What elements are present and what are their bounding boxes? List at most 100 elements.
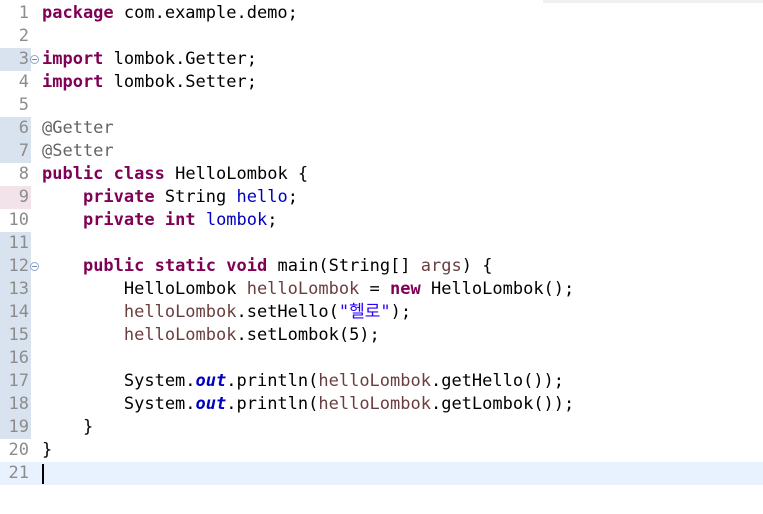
line-number: 11 (8, 233, 29, 253)
code-token: private (82, 210, 155, 230)
line-number: 1 (18, 3, 29, 23)
line-number: 3 (18, 49, 29, 69)
code-text[interactable]: } (42, 439, 52, 462)
code-line[interactable]: 6 @Getter (0, 117, 763, 140)
code-line[interactable]: 9 private String hello; (0, 186, 763, 209)
code-token: new (390, 279, 421, 299)
code-text[interactable]: import lombok.Setter; (42, 71, 257, 94)
code-line[interactable]: 8 public class HelloLombok { (0, 163, 763, 186)
code-token: helloLombok (123, 325, 237, 345)
code-line[interactable]: 11 (0, 232, 763, 255)
line-number: 9 (18, 187, 29, 207)
code-token: ) { (461, 256, 493, 276)
code-text[interactable]: helloLombok.setHello("헬로"); (42, 301, 411, 324)
code-text[interactable]: System.out.println(helloLombok.getHello(… (42, 370, 564, 393)
line-number: 4 (18, 72, 29, 92)
code-token: System. (42, 394, 196, 414)
line-number: 18 (8, 394, 29, 414)
code-token: String (154, 187, 237, 207)
code-text[interactable]: private int lombok; (42, 209, 278, 232)
code-text[interactable]: System.out.println(helloLombok.getLombok… (42, 393, 574, 416)
code-token: class (113, 164, 165, 184)
line-number: 14 (8, 302, 29, 322)
code-token: helloLombok (123, 302, 237, 322)
code-token: ; (267, 210, 278, 230)
code-token: lombok.Setter; (103, 72, 257, 92)
code-text[interactable]: @Getter (42, 117, 114, 140)
code-line[interactable]: 10 private int lombok; (0, 209, 763, 232)
code-line[interactable]: 5 (0, 94, 763, 117)
line-number: 19 (8, 417, 29, 437)
code-line[interactable]: 4 import lombok.Setter; (0, 71, 763, 94)
code-token: System. (42, 371, 196, 391)
code-token: .getHello()); (430, 371, 565, 391)
code-token: .println( (226, 394, 319, 414)
code-line[interactable]: 14 helloLombok.setHello("헬로"); (0, 301, 763, 324)
code-token: = (359, 279, 391, 299)
code-line[interactable]: 15 helloLombok.setLombok(5); (0, 324, 763, 347)
code-token: .getLombok()); (430, 394, 575, 414)
code-token: out (195, 371, 227, 391)
line-number: 21 (8, 463, 29, 483)
line-number: 6 (18, 118, 29, 138)
code-text[interactable]: @Setter (42, 140, 114, 163)
code-text[interactable]: HelloLombok helloLombok = new HelloLombo… (42, 278, 574, 301)
code-line[interactable]: 13 HelloLombok helloLombok = new HelloLo… (0, 278, 763, 301)
code-line[interactable]: 21 (0, 462, 763, 485)
code-token: args (420, 256, 462, 276)
code-text[interactable]: private String hello; (42, 186, 298, 209)
code-text[interactable]: } (42, 416, 93, 439)
code-editor[interactable]: 1 package com.example.demo; 2 3 import lombo… (0, 0, 763, 514)
code-token: lombok.Getter; (103, 49, 257, 69)
code-line[interactable]: 20} (0, 439, 763, 462)
code-token: helloLombok (246, 279, 360, 299)
fold-collapse-icon[interactable] (30, 262, 39, 271)
code-token: helloLombok (318, 371, 431, 391)
code-token: HelloLombok(); (420, 279, 575, 299)
code-token: helloLombok (318, 394, 431, 414)
code-token: out (195, 394, 227, 414)
code-text[interactable]: public class HelloLombok { (42, 163, 308, 186)
code-line[interactable]: 19 } (0, 416, 763, 439)
code-line[interactable]: 17 System.out.println(helloLombok.getHel… (0, 370, 763, 393)
code-token: int (164, 210, 196, 230)
code-line[interactable]: 1 package com.example.demo; (0, 2, 763, 25)
code-text[interactable]: helloLombok.setLombok(5); (42, 324, 380, 347)
code-token: void (226, 256, 268, 276)
line-number: 2 (18, 26, 29, 46)
code-line[interactable]: 18 System.out.println(helloLombok.getLom… (0, 393, 763, 416)
code-line[interactable]: 16 (0, 347, 763, 370)
code-token: hello (236, 187, 288, 207)
line-number: 7 (18, 141, 29, 161)
code-token: .setLombok(5); (236, 325, 380, 345)
code-token: private (82, 187, 155, 207)
code-token: HelloLombok { (164, 164, 309, 184)
line-number: 17 (8, 371, 29, 391)
code-token: "헬로" (338, 302, 391, 322)
code-token: import (42, 72, 104, 92)
line-number: 20 (8, 440, 29, 460)
text-caret (42, 464, 44, 484)
code-line[interactable]: 2 (0, 25, 763, 48)
code-token: HelloLombok (42, 279, 247, 299)
code-text[interactable]: package com.example.demo; (42, 2, 298, 25)
code-token: public (82, 256, 145, 276)
code-text[interactable]: import lombok.Getter; (42, 48, 257, 71)
code-text[interactable]: public static void main(String[] args) { (42, 255, 493, 278)
code-line[interactable]: 12 public static void main(String[] args… (0, 255, 763, 278)
line-number: 10 (8, 210, 29, 230)
line-number: 12 (8, 256, 29, 276)
code-token: main(String[] (267, 256, 421, 276)
code-line[interactable]: 3 import lombok.Getter; (0, 48, 763, 71)
code-token: ; (287, 187, 298, 207)
fold-collapse-icon[interactable] (30, 55, 39, 64)
code-line[interactable]: 7 @Setter (0, 140, 763, 163)
line-number: 13 (8, 279, 29, 299)
code-token: @Setter (42, 141, 114, 161)
code-token: .setHello( (236, 302, 339, 322)
code-token: public (42, 164, 104, 184)
